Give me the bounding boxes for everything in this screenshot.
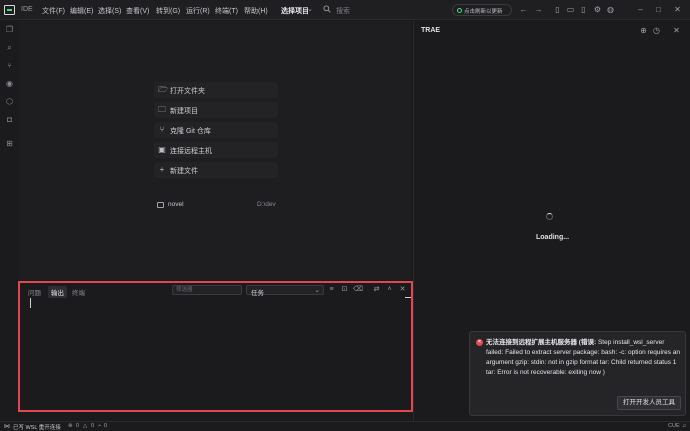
folder-open-icon: 🗁 [158, 85, 168, 94]
chevron-up-icon[interactable]: ˄ [385, 285, 394, 294]
scrollbar[interactable] [405, 297, 411, 298]
update-label: 点击刷新以更新 [464, 9, 503, 15]
toggle-panel-icon[interactable]: ▭ [566, 5, 575, 14]
new-project-label: 新建项目 [170, 108, 198, 115]
text-cursor [30, 298, 31, 308]
history-icon[interactable]: ◷ [652, 26, 661, 35]
menu-edit[interactable]: 编辑(E) [70, 6, 93, 16]
project-selector[interactable]: 选择项目 [281, 6, 309, 16]
remote-indicator[interactable]: ⋈ 已写 WSL 重开连接 [0, 422, 64, 431]
folder-icon [157, 202, 164, 208]
menu-file[interactable]: 文件(F) [42, 6, 65, 16]
menu-terminal[interactable]: 终端(T) [215, 6, 238, 16]
menu-help[interactable]: 帮助(H) [244, 6, 268, 16]
output-panel: 问题 输出 终端 筛选器 任务 ⌄ ≡ ⊡ ⌫ ⇄ ˄ ✕ [18, 281, 413, 412]
apps-grid-icon[interactable]: ⊞ [5, 139, 14, 148]
status-bar: ⋈ 已写 WSL 重开连接 ⊗ 0 △ 0 ⌁ 0 CUE ♫ [0, 421, 690, 431]
tab-output[interactable]: 输出 [48, 286, 67, 298]
output-channel-value: 任务 [251, 290, 264, 297]
remote-host-icon: ▣ [158, 145, 166, 154]
gear-icon[interactable]: ⚙ [593, 5, 602, 14]
menu-goto[interactable]: 转到(G) [156, 6, 180, 16]
activity-bar: ❐ ⌕ ⑂ ◉ ⬡ ◘ ⊞ [0, 21, 19, 421]
open-devtools-button[interactable]: 打开开发人员工具 [617, 396, 681, 410]
list-filter-icon[interactable]: ≡ [327, 285, 336, 294]
title-bar: IDE 文件(F) 编辑(E) 选择(S) 查看(V) 转到(G) 运行(R) … [0, 0, 690, 20]
connect-remote-button[interactable]: ▣ 连接远程主机 [154, 142, 278, 158]
account-icon[interactable]: ◍ [606, 5, 615, 14]
close-icon[interactable]: ✕ [673, 5, 682, 14]
warning-count[interactable]: 0 [91, 423, 94, 429]
error-count[interactable]: 0 [76, 423, 79, 429]
open-folder-button[interactable]: 🗁 打开文件夹 [154, 82, 278, 98]
warning-count-icon[interactable]: △ [83, 423, 87, 429]
remote-label: 已写 WSL 重开连接 [13, 425, 61, 431]
search-icon[interactable]: ⌕ [5, 43, 14, 52]
new-project-icon: 🗀 [158, 105, 166, 114]
connect-remote-label: 连接远程主机 [170, 148, 212, 155]
clear-icon[interactable]: ⌫ [353, 285, 363, 294]
bell-icon[interactable]: ♫ [682, 423, 686, 429]
notification-message: 无法连接到远程扩展主机服务器 (错误: Step install_wsl_ser… [486, 338, 682, 378]
recent-project-name[interactable]: novel [168, 201, 184, 208]
status-right-label[interactable]: CUE [668, 423, 680, 429]
explorer-icon[interactable]: ❐ [5, 25, 14, 34]
menu-view[interactable]: 查看(V) [126, 6, 149, 16]
output-channel-select[interactable]: 任务 ⌄ [246, 285, 324, 297]
update-button[interactable]: 点击刷新以更新 [452, 4, 512, 16]
new-project-button[interactable]: 🗀 新建项目 [154, 102, 278, 118]
ports-count[interactable]: 0 [104, 423, 107, 429]
menu-selection[interactable]: 选择(S) [98, 6, 121, 16]
recent-project-path: D:\dev [257, 201, 276, 208]
new-chat-icon[interactable]: ⊕ [639, 26, 648, 35]
error-notification: × 无法连接到远程扩展主机服务器 (错误: Step install_wsl_s… [469, 331, 686, 416]
close-icon[interactable]: ✕ [398, 285, 407, 294]
panel-title: TRAE [421, 27, 441, 34]
chevron-down-icon[interactable]: ⌄ [307, 5, 313, 13]
extensions-icon[interactable]: ⬡ [5, 97, 14, 106]
loading-text: Loading... [536, 234, 570, 241]
clone-repo-label: 克隆 Git 仓库 [170, 128, 211, 135]
lock-icon[interactable]: ⊡ [340, 285, 349, 294]
tab-problems[interactable]: 问题 [28, 287, 41, 297]
ide-tag: IDE [21, 6, 33, 13]
remote-explorer-icon[interactable]: ◉ [5, 79, 14, 88]
search-input[interactable]: 搜索 [336, 6, 350, 16]
ports-icon[interactable]: ⌁ [98, 423, 101, 429]
filter-input[interactable]: 筛选器 [172, 285, 242, 295]
maximize-icon[interactable]: □ [654, 5, 663, 14]
menu-run[interactable]: 运行(R) [186, 6, 210, 16]
open-folder-label: 打开文件夹 [170, 88, 205, 95]
new-file-button[interactable]: + 新建文件 [154, 162, 278, 178]
git-branch-icon: ⑂ [159, 125, 165, 134]
toggle-right-panel-icon[interactable]: ▯ [579, 5, 588, 14]
close-icon[interactable]: ✕ [672, 26, 681, 35]
panel-layout-icon[interactable]: ⇄ [372, 285, 381, 294]
refresh-icon [457, 8, 462, 13]
back-arrow-icon[interactable]: ← [519, 5, 528, 14]
new-file-label: 新建文件 [170, 168, 198, 175]
notification-title: 无法连接到远程扩展主机服务器 (错误: [486, 339, 597, 346]
forward-arrow-icon[interactable]: → [534, 5, 543, 14]
testing-icon[interactable]: ◘ [5, 115, 14, 124]
source-control-icon[interactable]: ⑂ [5, 61, 14, 70]
error-icon: × [476, 339, 483, 346]
app-logo-icon [4, 5, 15, 15]
minimize-icon[interactable]: – [636, 5, 645, 14]
toggle-sidebar-icon[interactable]: ▯ [553, 5, 562, 14]
remote-icon: ⋈ [4, 424, 10, 430]
plus-icon: + [159, 165, 165, 174]
tab-terminal[interactable]: 终端 [72, 287, 85, 297]
loading-spinner-icon [546, 213, 553, 220]
error-count-icon[interactable]: ⊗ [68, 423, 73, 429]
clone-repo-button[interactable]: ⑂ 克隆 Git 仓库 [154, 122, 278, 138]
search-icon[interactable] [323, 5, 331, 13]
chevron-down-icon: ⌄ [314, 287, 320, 294]
